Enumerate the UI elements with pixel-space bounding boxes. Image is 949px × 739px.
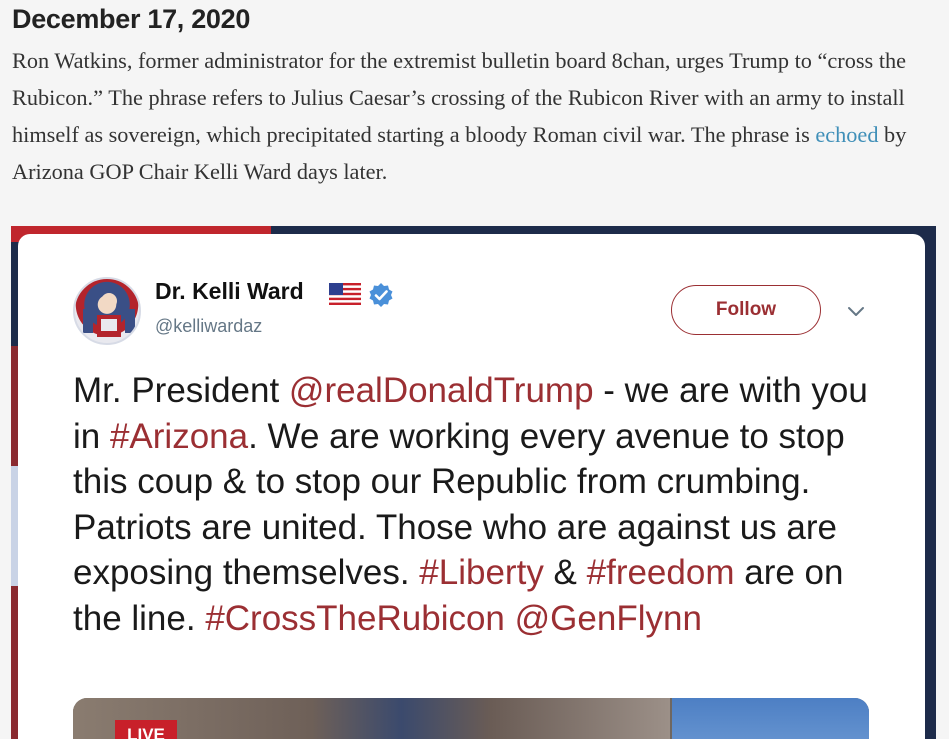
mention-genflynn[interactable]: @GenFlynn <box>515 599 702 638</box>
article-date: December 17, 2020 <box>12 4 251 34</box>
hashtag-liberty[interactable]: #Liberty <box>419 553 544 592</box>
user-handle[interactable]: @kelliwardaz <box>155 316 262 337</box>
mention-realdonaldtrump[interactable]: @realDonaldTrump <box>289 371 594 410</box>
paragraph-text-before: Ron Watkins, former administrator for th… <box>12 48 907 147</box>
tweet-media[interactable]: LIVE <box>73 698 869 739</box>
tweet-text-segment: & <box>543 553 587 592</box>
echoed-link[interactable]: echoed <box>815 122 878 147</box>
tweet-card: Dr. Kelli Ward @kelliwardaz Follow Mr. P… <box>18 234 925 739</box>
verified-badge-icon <box>369 283 393 307</box>
us-flag-icon <box>329 283 361 305</box>
tweet-text-segment: Mr. President <box>73 371 289 410</box>
follow-button[interactable]: Follow <box>671 285 821 335</box>
display-name[interactable]: Dr. Kelli Ward <box>155 278 304 305</box>
tweet-text: Mr. President @realDonaldTrump - we are … <box>73 368 893 641</box>
avatar-image-icon <box>83 293 135 337</box>
media-photo-thumbnail[interactable] <box>672 698 869 739</box>
hashtag-arizona[interactable]: #Arizona <box>110 417 248 456</box>
live-badge: LIVE <box>115 720 177 739</box>
chevron-down-icon[interactable] <box>846 304 866 318</box>
tweet-text-segment <box>505 599 515 638</box>
hashtag-freedom[interactable]: #freedom <box>587 553 735 592</box>
hashtag-crosstherubicon[interactable]: #CrossTheRubicon <box>205 599 505 638</box>
avatar[interactable] <box>73 277 141 345</box>
article-paragraph: Ron Watkins, former administrator for th… <box>12 42 942 190</box>
